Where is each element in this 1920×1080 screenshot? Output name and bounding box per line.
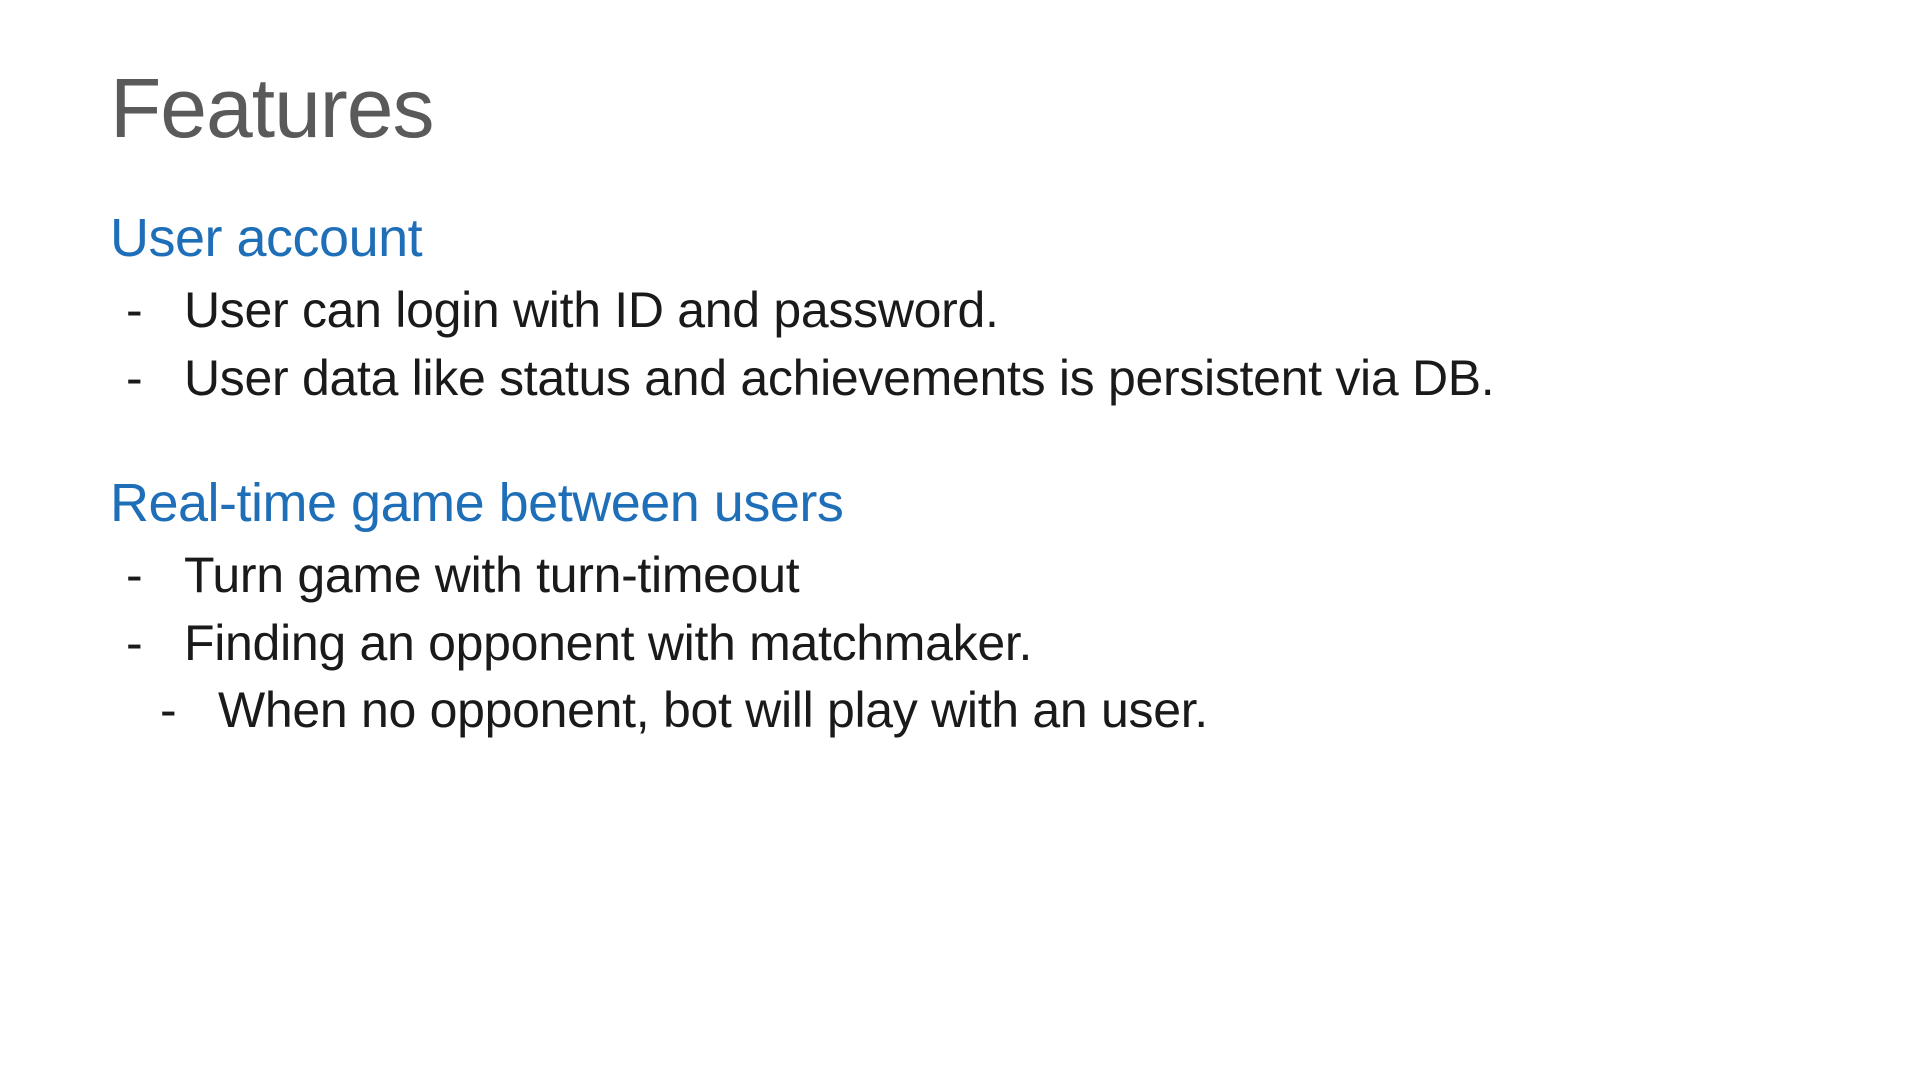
slide-title: Features [110, 60, 1810, 157]
section-heading: User account [110, 207, 1810, 269]
bullet-list: Turn game with turn-timeout Finding an o… [110, 542, 1810, 745]
bullet-list: User can login with ID and password. Use… [110, 277, 1810, 412]
list-item: Finding an opponent with matchmaker. [110, 610, 1810, 678]
section-realtime-game: Real-time game between users Turn game w… [110, 472, 1810, 745]
list-item: Turn game with turn-timeout [110, 542, 1810, 610]
list-item: When no opponent, bot will play with an … [110, 677, 1810, 745]
section-heading: Real-time game between users [110, 472, 1810, 534]
section-user-account: User account User can login with ID and … [110, 207, 1810, 412]
list-item: User can login with ID and password. [110, 277, 1810, 345]
list-item: User data like status and achievements i… [110, 345, 1810, 413]
